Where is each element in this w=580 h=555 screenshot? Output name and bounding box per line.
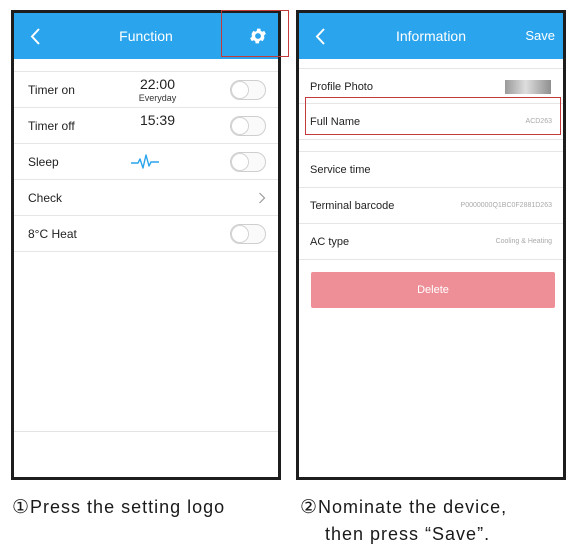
step2-caption: ②Nominate the device, then press “Save”. xyxy=(300,494,507,547)
step1-text: Press the setting logo xyxy=(30,497,226,517)
chevron-right-icon xyxy=(259,192,266,204)
timer-off-row[interactable]: Timer off 15:39 xyxy=(14,108,278,144)
back-chevron-icon xyxy=(30,27,40,45)
heat-8c-toggle[interactable] xyxy=(230,224,266,244)
service-time-row[interactable]: Service time xyxy=(299,152,563,188)
function-list: Timer on 22:00 Everyday Timer off 15:39 … xyxy=(14,71,278,252)
ac-type-value: Cooling & Heating xyxy=(495,238,552,245)
full-name-value[interactable]: ACD263 xyxy=(526,104,552,140)
bottom-divider xyxy=(14,431,278,432)
toggle-knob xyxy=(232,226,248,242)
step1-number: ① xyxy=(12,497,31,518)
profile-photo-thumbnail[interactable] xyxy=(505,80,551,94)
section-gap xyxy=(299,140,563,152)
heat-8c-row[interactable]: 8°C Heat xyxy=(14,216,278,252)
function-screen: Function Timer on 22:00 Everyday Timer o… xyxy=(11,10,281,480)
settings-button[interactable] xyxy=(246,24,270,48)
pulse-icon xyxy=(131,154,159,169)
toggle-knob xyxy=(232,154,248,170)
terminal-barcode-value: P0000000Q1BC0F2881D263 xyxy=(460,202,552,209)
check-label: Check xyxy=(28,191,63,205)
timer-off-toggle[interactable] xyxy=(230,116,266,136)
save-button[interactable]: Save xyxy=(525,13,555,59)
timer-on-repeat: Everyday xyxy=(138,93,177,103)
information-title: Information xyxy=(395,28,467,44)
information-screen: Information Save Profile Photo Full Name… xyxy=(296,10,566,480)
step2-number: ② xyxy=(300,497,319,518)
timer-on-row[interactable]: Timer on 22:00 Everyday xyxy=(14,72,278,108)
profile-photo-row[interactable]: Profile Photo xyxy=(299,68,563,104)
timer-on-label: Timer on xyxy=(28,83,75,97)
back-button[interactable] xyxy=(307,13,333,59)
step2-line2: then press “Save”. xyxy=(325,524,491,544)
timer-off-time: 15:39 xyxy=(139,112,176,128)
delete-button[interactable]: Delete xyxy=(311,272,555,308)
profile-photo-label: Profile Photo xyxy=(310,81,373,93)
terminal-barcode-label: Terminal barcode xyxy=(310,200,395,212)
function-title: Function xyxy=(119,28,173,44)
back-button[interactable] xyxy=(22,13,48,59)
toggle-knob xyxy=(232,82,248,98)
service-time-label: Service time xyxy=(310,164,371,176)
timer-off-label: Timer off xyxy=(28,119,75,133)
step1-caption: ①Press the setting logo xyxy=(12,494,225,521)
timer-on-time: 22:00 xyxy=(139,76,176,92)
gear-icon xyxy=(250,28,266,44)
timer-off-time-block: 15:39 xyxy=(125,113,190,128)
back-chevron-icon xyxy=(315,27,325,45)
sleep-label: Sleep xyxy=(28,155,59,169)
full-name-label: Full Name xyxy=(310,116,361,128)
sleep-toggle[interactable] xyxy=(230,152,266,172)
check-row[interactable]: Check xyxy=(14,180,278,216)
sleep-row[interactable]: Sleep xyxy=(14,144,278,180)
ac-type-label: AC type xyxy=(310,236,350,248)
timer-on-toggle[interactable] xyxy=(230,80,266,100)
step2-line1: Nominate the device, xyxy=(318,497,508,517)
information-list: Profile Photo Full Name ACD263 Service t… xyxy=(299,68,563,260)
timer-on-time-block: 22:00 Everyday xyxy=(125,77,190,104)
ac-type-row: AC type Cooling & Heating xyxy=(299,224,563,260)
information-header: Information Save xyxy=(299,13,563,59)
terminal-barcode-row: Terminal barcode P0000000Q1BC0F2881D263 xyxy=(299,188,563,224)
heat-8c-label: 8°C Heat xyxy=(28,227,77,241)
full-name-row[interactable]: Full Name ACD263 xyxy=(299,104,563,140)
function-header: Function xyxy=(14,13,278,59)
toggle-knob xyxy=(232,118,248,134)
